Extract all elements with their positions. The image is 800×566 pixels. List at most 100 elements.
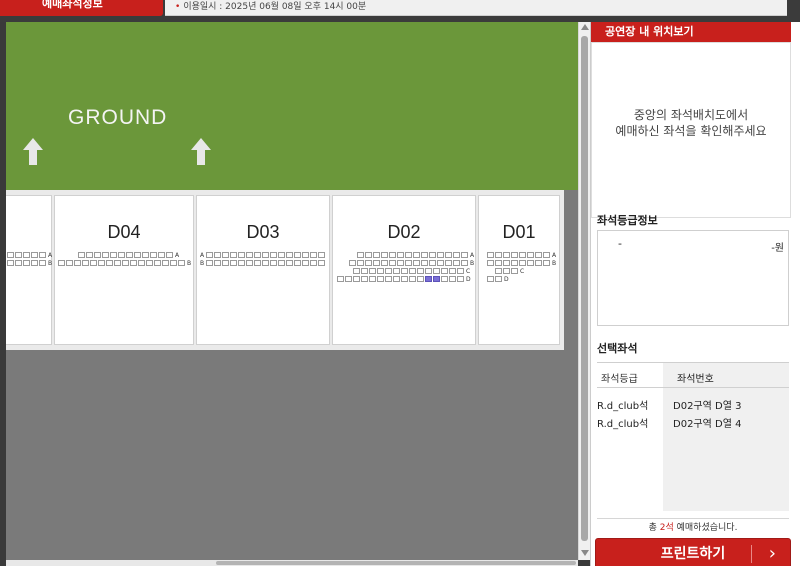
- seat[interactable]: [429, 252, 436, 258]
- seat[interactable]: [310, 252, 317, 258]
- seat[interactable]: [122, 260, 129, 266]
- seat[interactable]: [110, 252, 117, 258]
- seat[interactable]: [353, 276, 360, 282]
- seat[interactable]: [214, 260, 221, 266]
- seat[interactable]: [262, 260, 269, 266]
- seat[interactable]: [150, 252, 157, 258]
- seat[interactable]: [294, 252, 301, 258]
- seat[interactable]: [222, 252, 229, 258]
- seat[interactable]: [543, 252, 550, 258]
- seat[interactable]: [178, 260, 185, 266]
- seat[interactable]: [94, 252, 101, 258]
- block-d04[interactable]: D04 AB: [54, 195, 194, 345]
- seat[interactable]: [361, 276, 368, 282]
- seat[interactable]: [421, 260, 428, 266]
- block-d02[interactable]: D02 ABCD: [332, 195, 476, 345]
- seat[interactable]: [58, 260, 65, 266]
- seat[interactable]: [413, 252, 420, 258]
- seat[interactable]: [495, 252, 502, 258]
- seat[interactable]: [162, 260, 169, 266]
- seat[interactable]: [302, 260, 309, 266]
- seat[interactable]: [405, 252, 412, 258]
- seat[interactable]: [503, 252, 510, 258]
- seat[interactable]: [405, 260, 412, 266]
- seat[interactable]: [445, 252, 452, 258]
- seat[interactable]: [373, 252, 380, 258]
- seat[interactable]: [425, 268, 432, 274]
- seat[interactable]: [114, 260, 121, 266]
- seat[interactable]: [337, 276, 344, 282]
- scroll-thumb[interactable]: [216, 561, 576, 565]
- seat[interactable]: [246, 252, 253, 258]
- seat[interactable]: [15, 260, 22, 266]
- seat[interactable]: [461, 252, 468, 258]
- seat[interactable]: [254, 252, 261, 258]
- seat[interactable]: [278, 252, 285, 258]
- seat[interactable]: [495, 268, 502, 274]
- seat[interactable]: [39, 260, 46, 266]
- seat[interactable]: [437, 252, 444, 258]
- seat[interactable]: [246, 260, 253, 266]
- seat[interactable]: [98, 260, 105, 266]
- seat[interactable]: [397, 252, 404, 258]
- seat[interactable]: [421, 252, 428, 258]
- seat[interactable]: [318, 260, 325, 266]
- seat[interactable]: [349, 260, 356, 266]
- seat[interactable]: [535, 252, 542, 258]
- seat[interactable]: [543, 260, 550, 266]
- seat[interactable]: [90, 260, 97, 266]
- vertical-scrollbar[interactable]: [578, 22, 590, 560]
- seat[interactable]: [118, 252, 125, 258]
- seat[interactable]: [286, 260, 293, 266]
- seat[interactable]: [511, 268, 518, 274]
- seat[interactable]: [146, 260, 153, 266]
- seat[interactable]: [130, 260, 137, 266]
- seat[interactable]: [389, 260, 396, 266]
- seat[interactable]: [487, 252, 494, 258]
- seat[interactable]: [158, 252, 165, 258]
- seat[interactable]: [519, 252, 526, 258]
- seat[interactable]: [409, 268, 416, 274]
- seat[interactable]: [495, 276, 502, 282]
- seat[interactable]: [23, 260, 30, 266]
- seat[interactable]: [126, 252, 133, 258]
- seat[interactable]: [449, 276, 456, 282]
- seat[interactable]: [357, 260, 364, 266]
- seat[interactable]: [511, 260, 518, 266]
- seat[interactable]: [433, 268, 440, 274]
- scroll-up-icon[interactable]: [581, 24, 589, 30]
- seat[interactable]: [270, 260, 277, 266]
- seat[interactable]: [15, 252, 22, 258]
- seat[interactable]: [535, 260, 542, 266]
- seat[interactable]: [106, 260, 113, 266]
- seat[interactable]: [142, 252, 149, 258]
- seat[interactable]: [74, 260, 81, 266]
- seat[interactable]: [86, 252, 93, 258]
- seat[interactable]: [397, 260, 404, 266]
- seat[interactable]: [353, 268, 360, 274]
- block-d01[interactable]: D01 AB C D: [478, 195, 560, 345]
- seat[interactable]: [527, 252, 534, 258]
- seat[interactable]: [453, 260, 460, 266]
- seat[interactable]: [487, 276, 494, 282]
- seat[interactable]: [294, 260, 301, 266]
- seat[interactable]: [302, 252, 309, 258]
- seat[interactable]: [417, 276, 424, 282]
- seat[interactable]: [206, 252, 213, 258]
- seat[interactable]: [78, 252, 85, 258]
- seat[interactable]: [222, 260, 229, 266]
- seat[interactable]: [134, 252, 141, 258]
- seat[interactable]: [385, 276, 392, 282]
- seat[interactable]: [487, 260, 494, 266]
- print-button[interactable]: 프린트하기 ›: [595, 538, 791, 566]
- seat[interactable]: [385, 268, 392, 274]
- seat[interactable]: [377, 268, 384, 274]
- seat[interactable]: [7, 252, 14, 258]
- seat[interactable]: [214, 252, 221, 258]
- seat[interactable]: [377, 276, 384, 282]
- seat[interactable]: [361, 268, 368, 274]
- seat[interactable]: [519, 260, 526, 266]
- scroll-down-icon[interactable]: [581, 550, 589, 556]
- seat[interactable]: [409, 276, 416, 282]
- seat[interactable]: [441, 276, 448, 282]
